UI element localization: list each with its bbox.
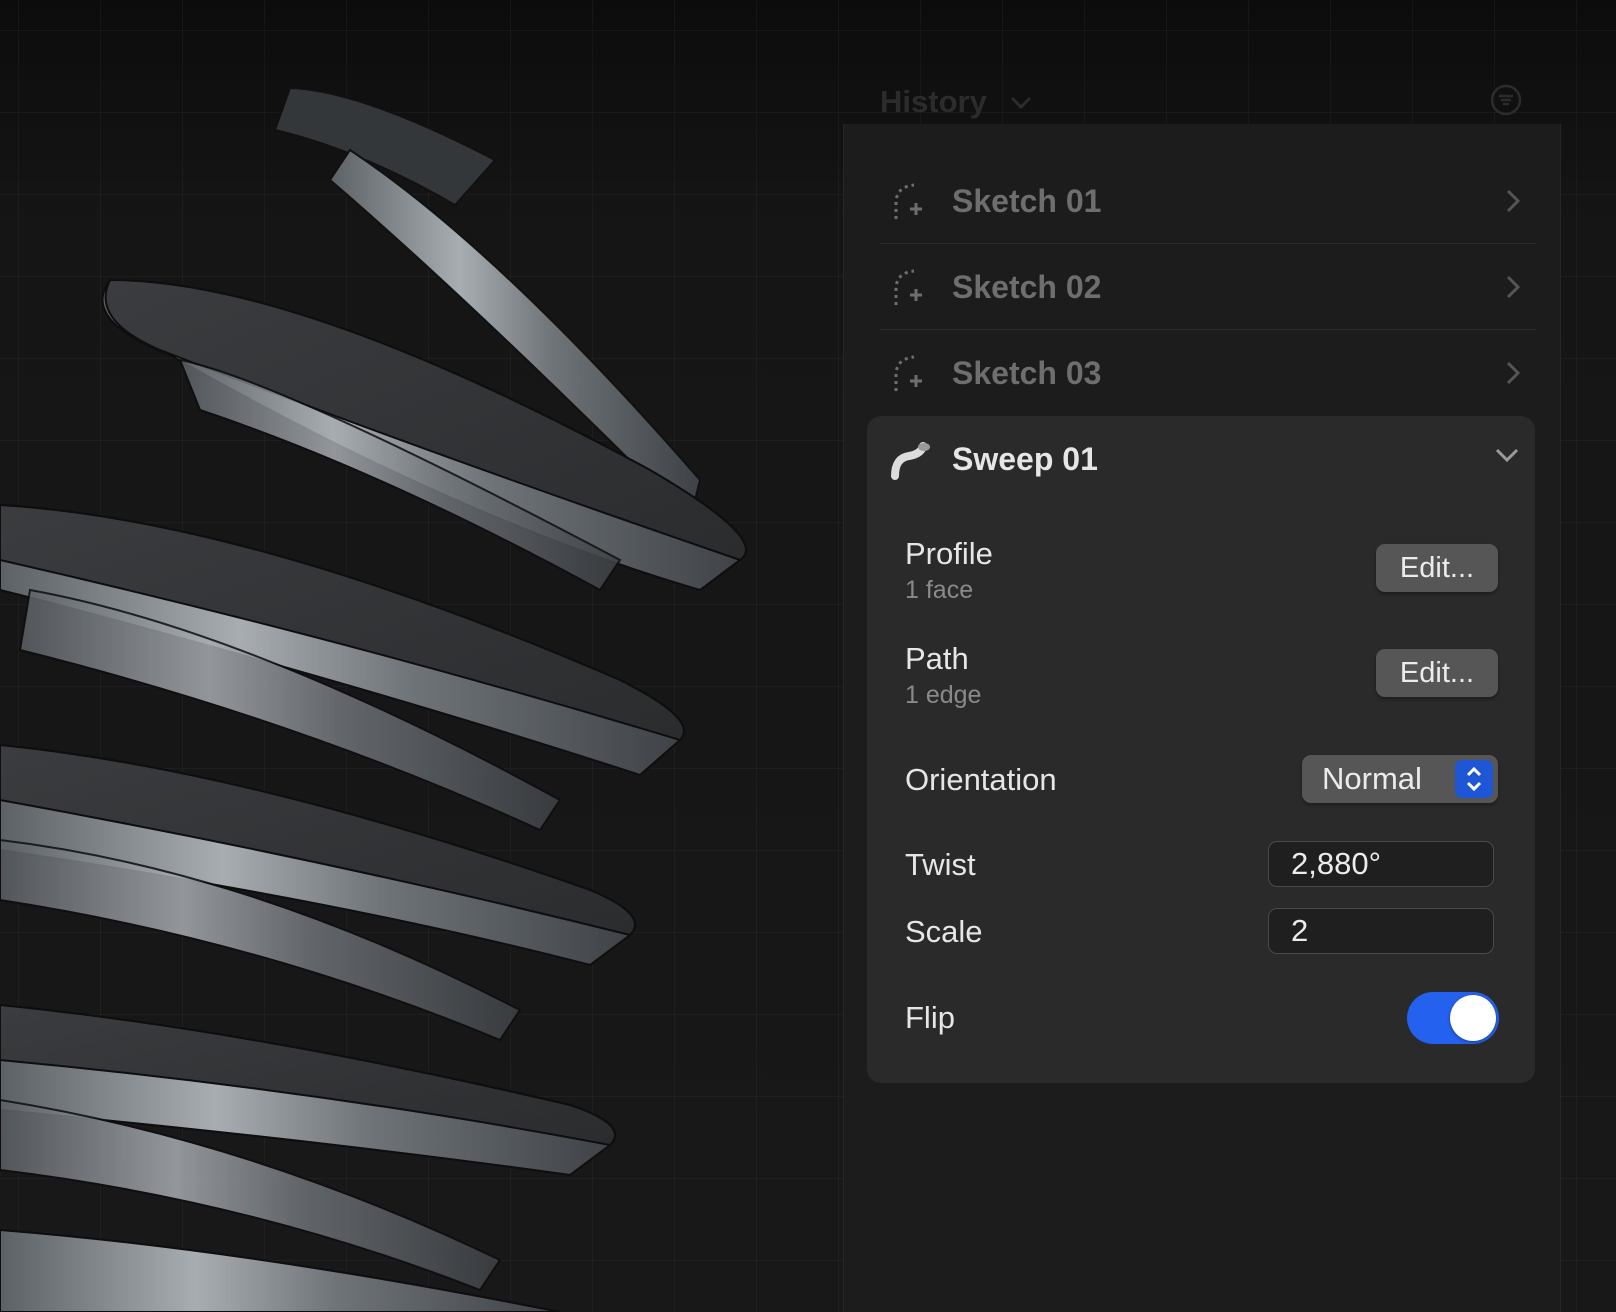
toggle-knob — [1450, 995, 1496, 1041]
path-label: Path — [905, 641, 969, 676]
history-item-sweep-01[interactable]: Sweep 01 — [867, 416, 1535, 504]
chevron-down-icon[interactable] — [1010, 96, 1032, 115]
chevron-down-icon[interactable] — [1495, 448, 1519, 467]
twist-label: Twist — [905, 847, 976, 882]
history-item-label: Sketch 02 — [952, 269, 1102, 305]
history-item-sketch-01[interactable]: Sketch 01 — [880, 159, 1536, 244]
orientation-label: Orientation — [905, 762, 1057, 797]
scale-label: Scale — [905, 914, 983, 949]
scale-input[interactable] — [1268, 908, 1494, 954]
path-edit-button[interactable]: Edit... — [1376, 649, 1498, 697]
flip-label: Flip — [905, 1000, 955, 1035]
flip-toggle[interactable] — [1407, 992, 1499, 1044]
profile-edit-button[interactable]: Edit... — [1376, 544, 1498, 592]
history-item-label: Sketch 03 — [952, 355, 1102, 391]
twist-input[interactable] — [1268, 841, 1494, 887]
sweep-properties-card: Sweep 01 Profile 1 face Edit... Path 1 e… — [867, 416, 1535, 1083]
up-down-chevron-icon — [1455, 760, 1493, 798]
chevron-right-icon — [1506, 275, 1521, 304]
orientation-select[interactable]: Normal — [1302, 755, 1498, 803]
sketch-icon — [892, 181, 932, 226]
history-header[interactable]: History — [880, 82, 1522, 122]
history-item-sketch-02[interactable]: Sketch 02 — [880, 245, 1536, 330]
sketch-icon — [892, 267, 932, 312]
history-item-label: Sketch 01 — [952, 183, 1102, 219]
history-title[interactable]: History — [880, 84, 987, 120]
sweep-title: Sweep 01 — [952, 441, 1098, 477]
path-count: 1 edge — [905, 681, 982, 709]
sweep-spring-model[interactable] — [0, 0, 820, 1312]
history-item-sketch-03[interactable]: Sketch 03 — [880, 331, 1536, 415]
sweep-icon — [891, 440, 931, 485]
filter-menu-icon[interactable] — [1490, 84, 1522, 121]
chevron-right-icon — [1506, 189, 1521, 218]
profile-count: 1 face — [905, 576, 974, 604]
chevron-right-icon — [1506, 361, 1521, 390]
sketch-icon — [892, 353, 932, 398]
orientation-value: Normal — [1322, 761, 1422, 796]
profile-label: Profile — [905, 536, 993, 571]
